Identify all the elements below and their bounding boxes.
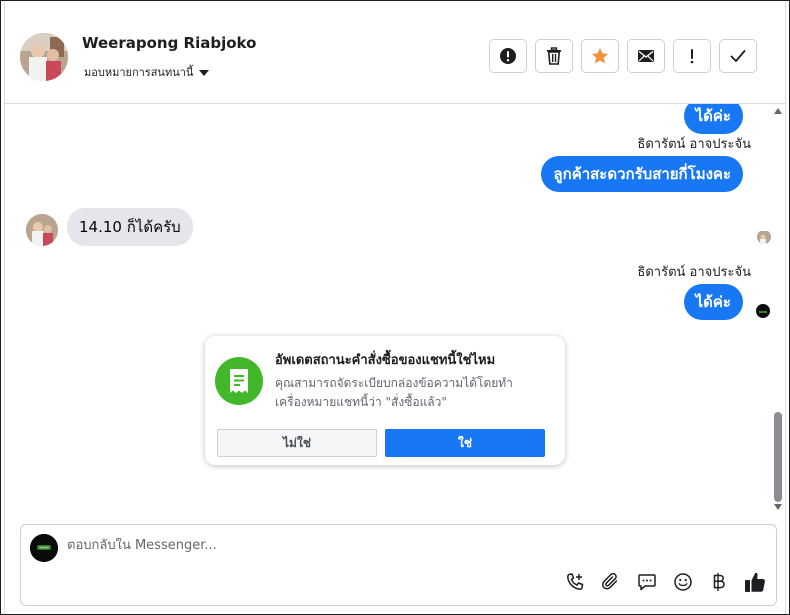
baht-icon xyxy=(713,573,725,591)
attachment-button[interactable] xyxy=(600,571,622,593)
composer-toolbar xyxy=(564,571,766,593)
mark-unread-button[interactable] xyxy=(627,39,665,73)
message-bubble-incoming: 14.10 ก็ได้ครับ xyxy=(67,208,193,246)
caret-down-icon xyxy=(199,69,210,76)
call-add-icon xyxy=(567,573,584,590)
message-sender: ธิดารัตน์ อาจประจัน xyxy=(637,265,751,280)
receipt-icon xyxy=(215,357,263,405)
alert-icon xyxy=(500,48,516,64)
star-button[interactable] xyxy=(581,39,619,73)
scrollbar-thumb[interactable] xyxy=(774,412,782,502)
no-button[interactable]: ไม่ใช่ xyxy=(217,429,377,457)
check-icon xyxy=(730,50,746,62)
message-bubble-outgoing: ได้ค่ะ xyxy=(683,104,743,134)
assign-label: มอบหมายการสนทนานี้ xyxy=(84,66,194,79)
scroll-up-arrow-icon[interactable] xyxy=(774,108,782,114)
thread-scrollbar[interactable] xyxy=(771,104,784,514)
yes-button[interactable]: ใช่ xyxy=(385,429,545,457)
contact-avatar[interactable] xyxy=(20,33,68,81)
contact-name[interactable]: Weerapong Riabjoko xyxy=(82,34,256,52)
assign-conversation-dropdown[interactable]: มอบหมายการสนทนานี้ xyxy=(84,63,210,81)
like-button[interactable] xyxy=(744,571,766,593)
delete-button[interactable] xyxy=(535,39,573,73)
order-prompt-description: คุณสามารถจัดระเบียบกล่องข้อความได้โดยทำเ… xyxy=(275,376,513,409)
attachment-icon xyxy=(601,572,618,590)
alert-button[interactable] xyxy=(489,39,527,73)
message-bubble-outgoing: ได้ค่ะ xyxy=(683,284,743,320)
conversation-header: Weerapong Riabjoko มอบหมายการสนทนานี้ xyxy=(5,7,785,104)
like-icon xyxy=(745,572,765,592)
mark-done-button[interactable] xyxy=(719,39,757,73)
page-seen-avatar xyxy=(756,304,770,318)
emoji-icon xyxy=(674,573,692,591)
scroll-down-arrow-icon[interactable] xyxy=(774,504,782,510)
emoji-button[interactable] xyxy=(672,571,694,593)
page-avatar xyxy=(30,534,58,562)
follow-up-button[interactable] xyxy=(673,39,711,73)
order-status-prompt: อัพเดตสถานะคำสั่งซื้อของแชทนี้ใช่ไหม คุณ… xyxy=(205,336,565,465)
mail-icon xyxy=(638,50,654,62)
trash-icon xyxy=(547,47,561,65)
reply-input[interactable] xyxy=(67,538,627,553)
exclamation-icon xyxy=(690,49,694,64)
message-bubble-outgoing: ลูกค้าสะดวกรับสายกี่โมงคะ xyxy=(541,156,743,192)
seen-avatar xyxy=(757,230,771,244)
star-icon xyxy=(592,48,608,64)
reply-composer xyxy=(20,524,777,606)
header-actions xyxy=(489,39,757,73)
contact-avatar-small xyxy=(26,214,58,246)
call-add-button[interactable] xyxy=(564,571,586,593)
inbox-window: Weerapong Riabjoko มอบหมายการสนทนานี้ ได… xyxy=(0,0,790,615)
message-sender: ธิดารัตน์ อาจประจัน xyxy=(637,137,751,152)
quick-reply-icon xyxy=(638,574,656,591)
payment-button[interactable] xyxy=(708,571,730,593)
quick-reply-button[interactable] xyxy=(636,571,658,593)
order-prompt-title: อัพเดตสถานะคำสั่งซื้อของแชทนี้ใช่ไหม xyxy=(275,353,496,368)
